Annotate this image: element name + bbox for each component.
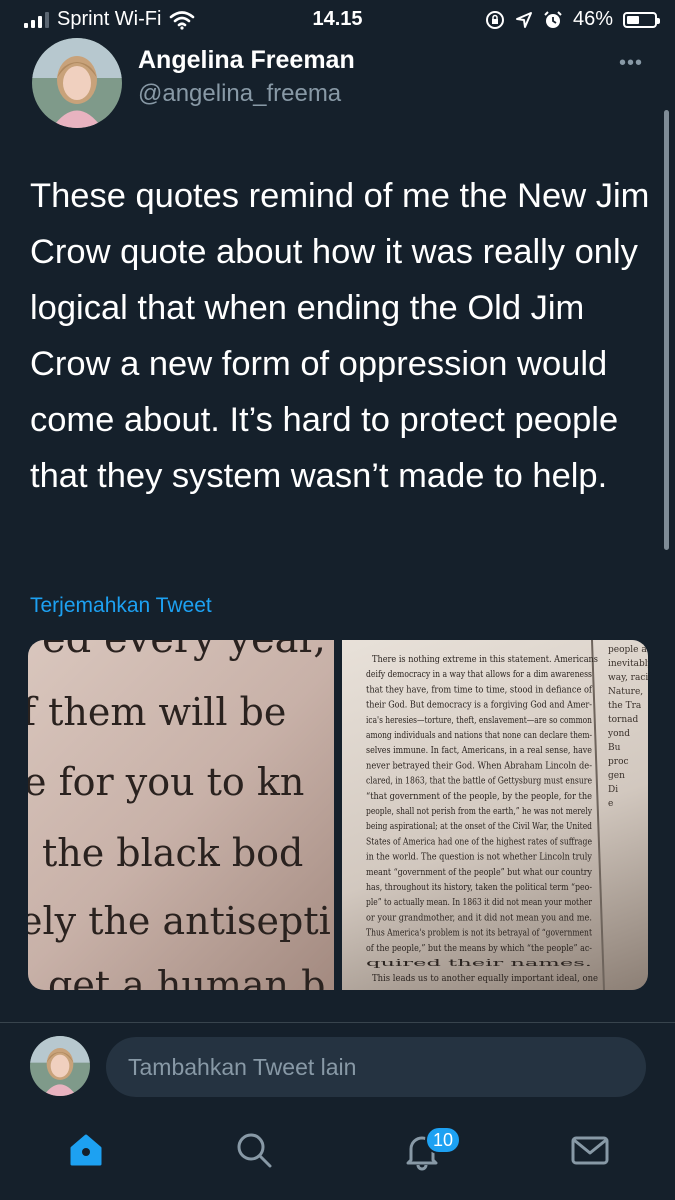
page-side-line: tornad [608, 715, 638, 725]
tweet-text: These quotes remind of me the New Jim Cr… [30, 177, 650, 495]
page-side-line: people a [608, 645, 647, 655]
page-side-line: Nature, [608, 687, 643, 697]
reply-placeholder: Tambahkan Tweet lain [128, 1054, 357, 1080]
translate-tweet-link[interactable]: Terjemahkan Tweet [30, 594, 212, 618]
page-line: There is nothing extreme in this stateme… [372, 654, 598, 665]
book-line: f them will be [28, 690, 286, 734]
author-handle[interactable]: @angelina_freema [138, 80, 341, 108]
page-line: or your grandmother, and it did not mean… [366, 912, 592, 923]
page-line: in the world. The question is not whethe… [366, 852, 592, 863]
orientation-lock-icon [485, 10, 504, 29]
page-line: deify democracy in a way that allows for… [366, 669, 592, 680]
alarm-icon [544, 10, 562, 28]
status-bar: Sprint Wi-Fi 14.15 46% [0, 0, 675, 40]
page-line: that they have, from time to time, stood… [366, 684, 593, 695]
page-line: meant “government of the people” but wha… [366, 867, 592, 878]
book-line: the black bod [42, 831, 303, 875]
search-icon[interactable] [232, 1128, 276, 1172]
page-line: States of America had one of the highest… [366, 836, 592, 847]
user-avatar[interactable] [30, 1036, 90, 1096]
scrollbar[interactable] [664, 110, 669, 550]
page-line: ica's heresies—torture, theft, enslaveme… [366, 715, 592, 726]
page-side-line: the Tra [608, 701, 642, 711]
reply-input[interactable]: Tambahkan Tweet lain [106, 1037, 646, 1097]
page-side-line: inevitably [608, 659, 648, 669]
book-line: ely the antisepti [28, 899, 331, 943]
page-side-line: proc [608, 757, 629, 767]
page-line: selves immune. In fact, Americans, in a … [366, 745, 592, 756]
location-icon [515, 11, 532, 28]
author-name[interactable]: Angelina Freeman [138, 46, 355, 75]
book-line: get a human b [48, 963, 325, 990]
page-line: has, throughout its history, taken the p… [366, 882, 592, 893]
photo-book-page[interactable]: There is nothing extreme in this stateme… [342, 640, 648, 990]
status-right: 46% [485, 8, 660, 31]
page-line: quired their names. [366, 958, 592, 969]
photo-book-closeup[interactable]: ed every year, f them will be e for you … [28, 640, 334, 990]
more-options-icon[interactable]: ••• [619, 52, 643, 75]
page-line: being aspirational; at the onset of the … [366, 821, 592, 832]
page-side-line: Di [608, 785, 618, 795]
book-line: e for you to kn [28, 760, 304, 804]
home-icon[interactable] [64, 1128, 108, 1172]
page-line: This leads us to another equally importa… [372, 973, 598, 984]
tweet-media[interactable]: ed every year, f them will be e for you … [28, 640, 648, 990]
page-side-line: yond [607, 729, 630, 739]
page-side-line: way, racis [608, 673, 648, 683]
author-avatar[interactable] [32, 38, 122, 128]
page-line: “that government of the people, by the p… [366, 791, 592, 802]
page-line: clared, in 1863, that the battle of Gett… [366, 776, 592, 787]
book-line: ed every year, [42, 640, 326, 662]
bottom-tab-bar [0, 1118, 675, 1200]
page-line: among individuals and nations that none … [366, 730, 592, 741]
page-line: never betrayed their God. When Abraham L… [366, 760, 592, 771]
battery-icon [623, 11, 660, 28]
battery-percent: 46% [572, 8, 613, 30]
page-line: people, shall not perish from the earth,… [366, 806, 592, 817]
page-line: Thus America's problem is not its betray… [366, 928, 592, 939]
page-line: their God. But democracy is a forgiving … [366, 700, 592, 711]
page-side-line: e [608, 799, 613, 809]
divider [0, 1022, 675, 1023]
page-line: of the people,” but the means by which “… [366, 943, 592, 954]
page-side-line: gen [608, 771, 625, 781]
notifications-badge: 10 [425, 1126, 461, 1154]
page-line: ple” to actually mean. In 1863 it did no… [366, 897, 592, 908]
mail-icon[interactable] [568, 1128, 612, 1172]
page-side-line: Bu [608, 743, 621, 753]
